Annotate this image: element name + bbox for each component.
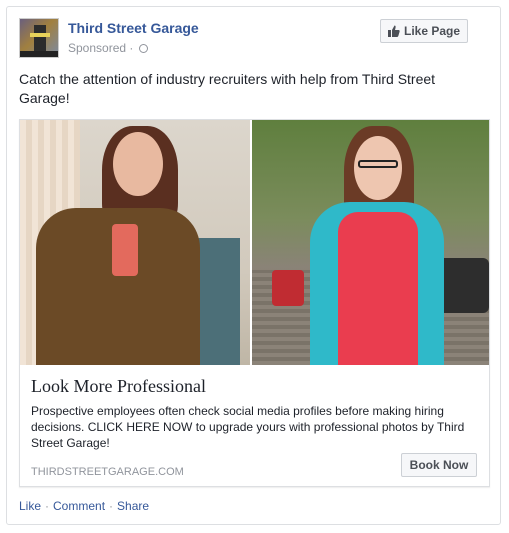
like-page-button[interactable]: Like Page	[380, 19, 468, 43]
comment-action[interactable]: Comment	[53, 499, 105, 513]
link-preview[interactable]: Look More Professional Prospective emplo…	[19, 119, 490, 487]
ad-image[interactable]	[20, 120, 489, 365]
after-photo	[252, 120, 489, 365]
like-page-label: Like Page	[403, 24, 461, 38]
like-action[interactable]: Like	[19, 499, 41, 513]
meta-separator: ·	[129, 41, 134, 55]
page-name-link[interactable]: Third Street Garage	[68, 20, 199, 36]
thumbs-up-icon	[387, 25, 400, 37]
post-actions: Like · Comment · Share	[19, 499, 149, 513]
book-now-button[interactable]: Book Now	[401, 453, 477, 477]
globe-icon	[138, 44, 148, 53]
link-title[interactable]: Look More Professional	[31, 376, 206, 397]
post-text: Catch the attention of industry recruite…	[19, 71, 436, 106]
sponsored-post-card: Third Street Garage Sponsored · Like Pag…	[6, 6, 501, 525]
link-description: Prospective employees often check social…	[31, 404, 465, 450]
link-domain: THIRDSTREETGARAGE.COM	[31, 466, 184, 478]
action-separator: ·	[45, 499, 50, 513]
action-separator: ·	[109, 499, 114, 513]
post-meta: Sponsored ·	[68, 41, 148, 55]
sponsored-label[interactable]: Sponsored	[68, 41, 126, 55]
before-photo	[20, 120, 250, 365]
page-avatar[interactable]	[19, 18, 59, 58]
share-action[interactable]: Share	[117, 499, 149, 513]
